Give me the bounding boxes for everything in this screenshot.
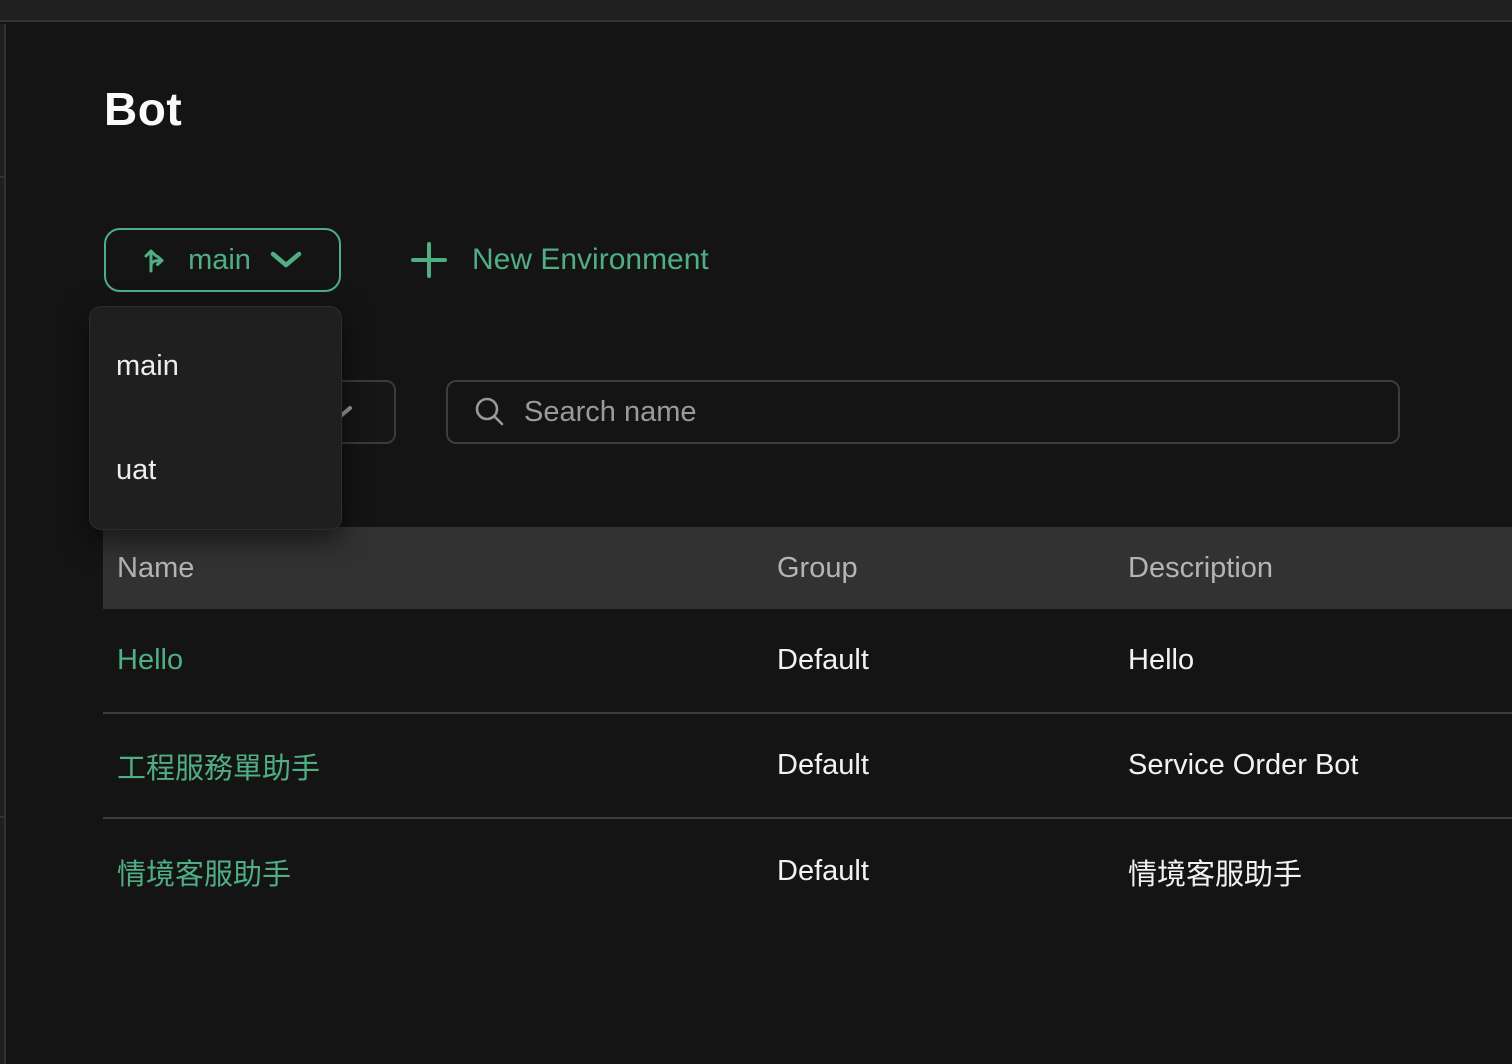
- plus-icon: [408, 239, 450, 281]
- search-box: [446, 380, 1400, 444]
- bot-name-link[interactable]: 情境客服助手: [117, 851, 777, 893]
- branch-selector-value: main: [188, 244, 251, 277]
- bot-name-link[interactable]: 工程服務單助手: [117, 745, 777, 787]
- search-icon: [472, 394, 508, 430]
- table-row: 情境客服助手 Default 情境客服助手: [103, 819, 1512, 924]
- branch-menu: main uat: [89, 306, 342, 530]
- git-branch-icon: [142, 244, 170, 276]
- bot-group: Default: [777, 855, 1128, 888]
- bot-description: 情境客服助手: [1128, 851, 1512, 893]
- table-row: 工程服務單助手 Default Service Order Bot: [103, 714, 1512, 819]
- bot-name-link[interactable]: Hello: [117, 644, 777, 677]
- menu-item-uat[interactable]: uat: [90, 418, 341, 522]
- search-input[interactable]: [524, 396, 1380, 429]
- bot-table: Name Group Description Hello Default Hel…: [103, 527, 1512, 924]
- column-header-description: Description: [1128, 552, 1512, 585]
- bot-description: Hello: [1128, 644, 1512, 677]
- column-header-name: Name: [117, 552, 777, 585]
- bot-group: Default: [777, 749, 1128, 782]
- chevron-down-icon: [269, 250, 303, 270]
- sidebar-divider: [0, 176, 6, 178]
- menu-item-main[interactable]: main: [90, 314, 341, 418]
- sidebar-divider: [0, 816, 6, 818]
- window-topbar: [0, 0, 1512, 22]
- branch-selector-button[interactable]: main: [104, 228, 341, 292]
- new-environment-label: New Environment: [472, 243, 709, 277]
- bot-page: Bot main New Environment: [0, 0, 1512, 1064]
- table-header: Name Group Description: [103, 527, 1512, 609]
- page-title: Bot: [104, 82, 182, 136]
- sidebar-edge: [0, 24, 6, 1064]
- column-header-group: Group: [777, 552, 1128, 585]
- bot-description: Service Order Bot: [1128, 749, 1512, 782]
- new-environment-button[interactable]: New Environment: [408, 228, 709, 292]
- table-row: Hello Default Hello: [103, 609, 1512, 714]
- bot-group: Default: [777, 644, 1128, 677]
